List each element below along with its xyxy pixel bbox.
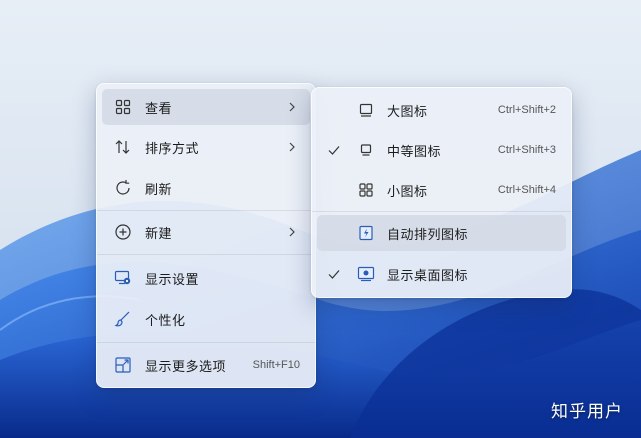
menu-item-sort-by[interactable]: 排序方式 [102,129,310,165]
view-submenu: 大图标 Ctrl+Shift+2 中等图标 Ctrl+Shift+3 小图标 C… [311,87,572,298]
grid-icon [114,98,132,116]
submenu-item-label: 中等图标 [387,144,442,160]
submenu-item-medium-icons[interactable]: 中等图标 Ctrl+Shift+3 [317,132,566,168]
checkmark-icon [328,270,340,279]
menu-separator [97,342,315,343]
shortcut-label: Shift+F10 [252,359,300,371]
small-icons-icon [357,181,375,199]
menu-item-label: 刷新 [145,182,173,198]
submenu-item-large-icons[interactable]: 大图标 Ctrl+Shift+2 [317,92,566,128]
submenu-item-label: 大图标 [387,104,428,120]
large-icons-icon [357,101,375,119]
open-more-icon [114,356,132,374]
shortcut-label: Ctrl+Shift+2 [497,104,556,116]
menu-separator [312,211,571,212]
auto-arrange-icon [357,224,375,242]
menu-item-label: 显示更多选项 [145,359,227,375]
watermark-text: 知乎用户 [551,402,623,422]
menu-item-personalize[interactable]: 个性化 [102,301,310,337]
menu-item-show-more-options[interactable]: 显示更多选项 Shift+F10 [102,347,310,383]
menu-separator [97,210,315,211]
submenu-item-label: 显示桌面图标 [387,268,469,284]
submenu-item-auto-arrange[interactable]: 自动排列图标 [317,215,566,251]
menu-item-label: 显示设置 [145,272,200,288]
display-settings-icon [114,269,132,287]
shortcut-label: Ctrl+Shift+4 [497,184,556,196]
chevron-right-icon [289,142,295,152]
menu-item-new[interactable]: 新建 [102,214,310,250]
sort-icon [114,138,132,156]
submenu-item-show-desktop-icons[interactable]: 显示桌面图标 [317,256,566,292]
menu-item-display-settings[interactable]: 显示设置 [102,260,310,296]
desktop-context-menu: 查看 排序方式 刷新 新建 显示设置 个性化 显示更多选项 Shift+F10 [96,83,316,388]
brush-icon [114,310,132,328]
menu-item-label: 新建 [145,226,173,242]
menu-item-label: 个性化 [145,313,186,329]
submenu-item-small-icons[interactable]: 小图标 Ctrl+Shift+4 [317,172,566,208]
shortcut-label: Ctrl+Shift+3 [497,144,556,156]
menu-separator [97,254,315,255]
chevron-right-icon [289,227,295,237]
medium-icons-icon [357,141,375,159]
plus-circle-icon [114,223,132,241]
submenu-item-label: 自动排列图标 [387,227,469,243]
show-desktop-icons-icon [357,265,375,283]
refresh-icon [114,179,132,197]
menu-item-label: 排序方式 [145,141,200,157]
checkmark-icon [328,146,340,155]
menu-item-view[interactable]: 查看 [102,89,310,125]
submenu-item-label: 小图标 [387,184,428,200]
chevron-right-icon [289,102,295,112]
menu-item-label: 查看 [145,101,173,117]
menu-item-refresh[interactable]: 刷新 [102,170,310,206]
